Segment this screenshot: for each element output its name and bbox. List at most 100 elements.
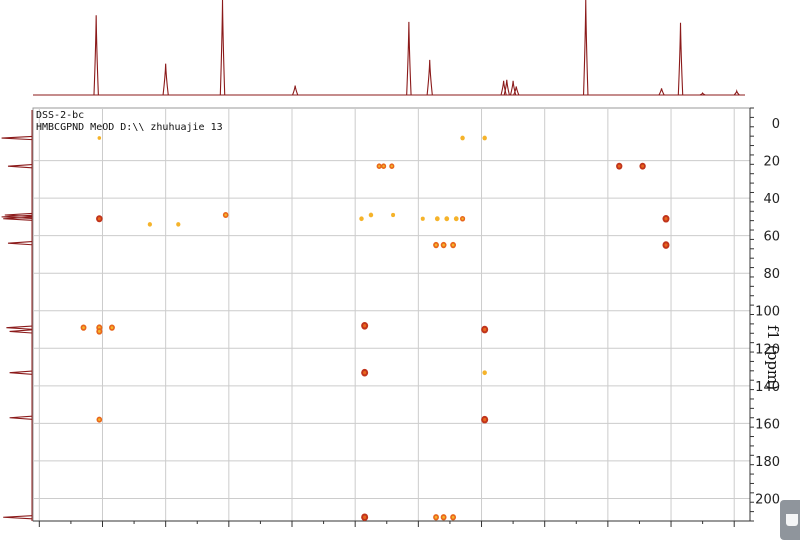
plot-border	[32, 107, 751, 522]
cross-peak	[109, 324, 115, 331]
top-projection-peak	[162, 63, 169, 96]
cross-peak	[481, 325, 489, 334]
cross-peak-core	[434, 515, 438, 519]
x-axis	[33, 520, 750, 527]
cross-peak-core	[363, 370, 367, 375]
cross-peak-core	[110, 326, 114, 330]
left-projection-peak	[9, 415, 33, 420]
y-tick-label: 100	[755, 305, 780, 320]
cross-peak	[222, 211, 229, 219]
cross-peak-core	[442, 515, 445, 519]
cross-peak-outer	[434, 216, 440, 222]
panel-icon	[786, 514, 798, 526]
cross-peak	[433, 241, 439, 249]
left-projection-peak	[3, 515, 33, 520]
cross-peak-core	[451, 243, 455, 247]
cross-peak-core	[483, 327, 487, 332]
cross-peak	[97, 136, 102, 140]
cross-peak	[420, 216, 425, 221]
cross-peak	[444, 216, 450, 222]
cross-peak-core	[97, 217, 101, 221]
cross-peak	[662, 214, 670, 223]
y-tick-label: 20	[763, 155, 780, 170]
panel-toggle-button[interactable]	[780, 500, 800, 540]
cross-peak	[639, 162, 646, 170]
cross-peak-outer	[97, 136, 102, 140]
top-projection-peak	[733, 89, 740, 96]
plot-frame	[32, 107, 751, 522]
cross-peak-core	[461, 217, 464, 221]
cross-peak-core	[451, 515, 455, 519]
y-axis-label: f1 (ppm)	[764, 325, 782, 390]
cross-peak	[434, 216, 440, 222]
left-projection-peak	[7, 164, 33, 169]
cross-peak	[147, 222, 152, 227]
hmbc-chart: 020406080100120140160180200	[1, 0, 780, 527]
cross-peak	[389, 163, 395, 169]
cross-peak-core	[378, 164, 381, 168]
top-projection-peak	[583, 0, 589, 96]
cross-peak-outer	[391, 212, 396, 218]
y-axis: 020406080100120140160180200	[749, 107, 780, 522]
cross-peak	[433, 514, 439, 521]
cross-peak-core	[483, 417, 487, 422]
cross-peak	[482, 135, 487, 141]
top-projection-peak	[292, 85, 299, 96]
cross-peak-core	[82, 326, 85, 330]
cross-peak	[482, 370, 487, 376]
y-tick-label: 0	[772, 117, 780, 132]
cross-peak	[450, 514, 457, 521]
left-projection-peak	[7, 241, 33, 246]
cross-peak-core	[363, 324, 367, 328]
cross-peak-outer	[482, 135, 487, 141]
top-projection-peak	[406, 21, 412, 96]
cross-peak	[96, 215, 103, 223]
cross-peak-core	[641, 164, 645, 168]
y-tick-label: 180	[755, 455, 780, 470]
top-projection-peak	[677, 22, 684, 96]
top-projection-peak	[658, 88, 665, 96]
left-projection-peak	[9, 329, 33, 334]
cross-peak	[440, 241, 447, 249]
cross-peak	[453, 216, 459, 222]
spectrum-title: DSS-2-bc	[36, 110, 85, 121]
cross-peak-core	[434, 243, 438, 247]
cross-peak	[481, 415, 489, 424]
cross-peaks	[80, 135, 670, 522]
cross-peak-core	[98, 418, 101, 421]
cross-peak	[450, 241, 457, 249]
cross-peak	[361, 513, 369, 522]
cross-peak-core	[382, 164, 385, 168]
cross-peak-core	[442, 243, 445, 247]
cross-peak-core	[97, 329, 101, 333]
top-1h-projection	[33, 0, 745, 96]
cross-peak	[440, 514, 447, 521]
cross-peak-outer	[460, 135, 465, 141]
cross-peak-core	[363, 515, 367, 519]
left-projection-peak	[9, 370, 33, 375]
cross-peak	[460, 135, 465, 141]
grid	[33, 108, 750, 521]
cross-peak-outer	[368, 212, 374, 218]
cross-peak	[176, 222, 181, 227]
cross-peak-outer	[176, 222, 181, 227]
y-tick-label: 40	[763, 192, 780, 207]
cross-peak	[96, 416, 103, 423]
cross-peak-outer	[482, 370, 487, 376]
cross-peak-core	[617, 164, 621, 168]
cross-peak-core	[664, 217, 668, 221]
cross-peak	[381, 163, 387, 169]
left-projection-peak	[1, 135, 33, 141]
cross-peak	[459, 215, 466, 222]
y-tick-label: 160	[755, 417, 780, 432]
cross-peak	[80, 324, 87, 331]
top-projection-peak	[93, 15, 99, 96]
cross-peak	[391, 212, 396, 218]
cross-peak	[361, 321, 369, 330]
left-projection-peak	[6, 325, 33, 330]
spectrum-subtitle: HMBCGPND MeOD D:\\ zhuhuajie 13	[36, 122, 223, 133]
cross-peak-outer	[444, 216, 450, 222]
cross-peak-outer	[420, 216, 425, 221]
top-projection-peak	[219, 0, 226, 96]
cross-peak-outer	[359, 216, 364, 222]
